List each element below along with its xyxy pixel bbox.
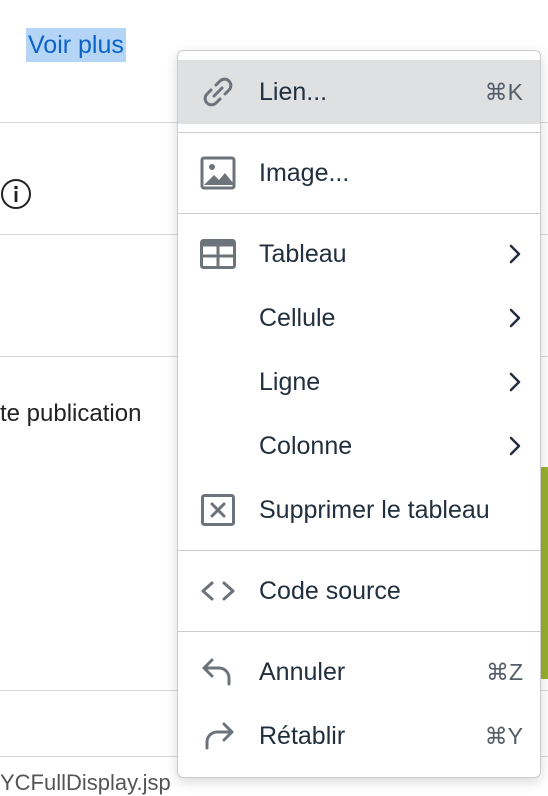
menu-item-image[interactable]: Image... [178, 141, 540, 205]
source-code-icon [200, 575, 236, 607]
undo-icon [200, 656, 236, 688]
shortcut-label: ⌘K [484, 78, 523, 105]
chevron-right-icon [507, 370, 523, 394]
info-icon[interactable] [0, 178, 32, 210]
menu-item-source-code[interactable]: Code source [178, 559, 540, 623]
shortcut-label: ⌘Z [485, 658, 523, 685]
menu-separator [178, 213, 540, 214]
menu-item-label: Annuler [259, 657, 346, 686]
chevron-right-icon [507, 434, 523, 458]
menu-item-label: Code source [259, 576, 401, 605]
menu-item-label: Cellule [259, 303, 336, 332]
publication-text: te publication [0, 400, 142, 427]
menu-item-label: Ligne [259, 367, 321, 396]
menu-item-row[interactable]: Ligne [178, 350, 540, 414]
menu-item-label: Tableau [259, 239, 347, 268]
menu-item-undo[interactable]: Annuler ⌘Z [178, 640, 540, 704]
table-icon [200, 238, 236, 270]
menu-separator [178, 550, 540, 551]
accent-strip [541, 467, 548, 679]
menu-item-delete-table[interactable]: Supprimer le tableau [178, 478, 540, 542]
delete-table-icon [200, 494, 236, 526]
file-name-text: YCFullDisplay.jsp [0, 770, 171, 795]
shortcut-label: ⌘Y [484, 722, 523, 749]
menu-item-label: Supprimer le tableau [259, 495, 490, 524]
voir-plus-link[interactable]: Voir plus [26, 28, 126, 62]
context-menu: Lien... ⌘K Image... Tableau Cellule Lign… [177, 50, 541, 778]
menu-item-table[interactable]: Tableau [178, 222, 540, 286]
image-icon [200, 156, 236, 190]
menu-item-cell[interactable]: Cellule [178, 286, 540, 350]
link-icon [200, 76, 236, 108]
menu-item-label: Lien... [259, 77, 328, 106]
chevron-right-icon [507, 242, 523, 266]
chevron-right-icon [507, 306, 523, 330]
menu-item-column[interactable]: Colonne [178, 414, 540, 478]
menu-item-label: Rétablir [259, 721, 346, 750]
redo-icon [200, 720, 236, 752]
menu-item-label: Image... [259, 158, 350, 187]
menu-item-label: Colonne [259, 431, 353, 460]
menu-item-redo[interactable]: Rétablir ⌘Y [178, 704, 540, 768]
menu-separator [178, 631, 540, 632]
menu-item-link[interactable]: Lien... ⌘K [178, 60, 540, 124]
menu-separator [178, 132, 540, 133]
